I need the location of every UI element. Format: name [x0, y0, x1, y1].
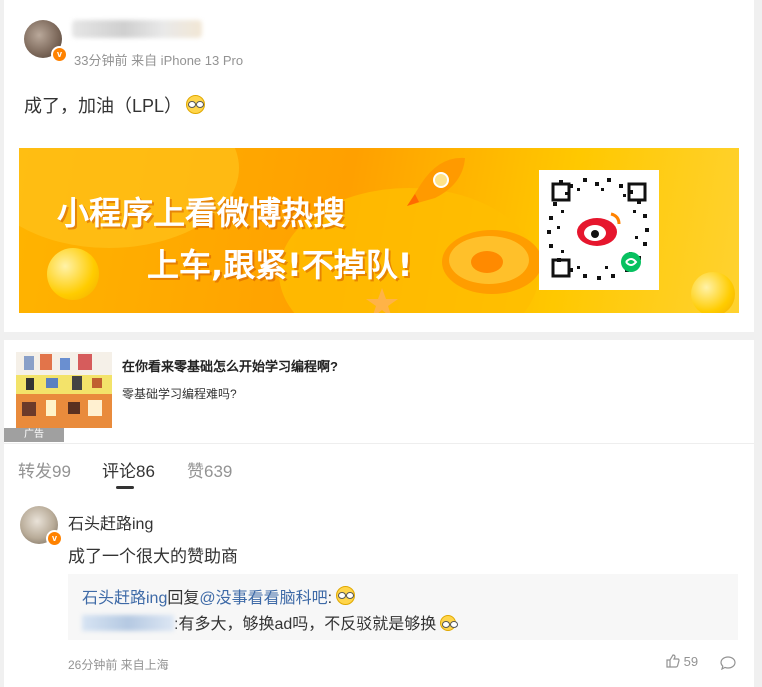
qr-pattern-icon — [547, 178, 649, 280]
glasses-emoji-icon — [186, 95, 206, 114]
ad-thumbnail[interactable] — [16, 352, 112, 428]
smile-emoji-icon — [440, 615, 459, 631]
weibo-logo-icon — [442, 230, 542, 294]
comment-text: 成了一个很大的赞助商 — [68, 547, 238, 566]
tab-reposts[interactable]: 转发99 — [18, 457, 71, 482]
post-text: 成了，加油（LPL） — [24, 92, 206, 118]
reply-box: 石头赶路ing回复@没事看看脑科吧: :有多大，够换ad吗，不反驳就是够换 — [68, 574, 738, 640]
reply-action: 回复 — [167, 590, 200, 607]
comment-icon[interactable] — [720, 656, 736, 670]
ad-title[interactable]: 在你看来零基础怎么开始学习编程啊? — [122, 356, 338, 375]
qr-code[interactable] — [539, 170, 659, 290]
redacted-username[interactable] — [82, 615, 174, 631]
comment-meta: 26分钟前 来自上海 — [68, 658, 169, 672]
tab-likes[interactable]: 赞639 — [187, 457, 232, 482]
verified-badge: v — [46, 530, 63, 547]
like-button[interactable]: 59 — [666, 654, 698, 669]
comment-item: v 石头赶路ing 成了一个很大的赞助商 石头赶路ing回复@没事看看脑科吧: … — [4, 492, 754, 687]
post-text-content: 成了，加油（LPL） — [24, 96, 183, 116]
rocket-icon — [407, 157, 465, 206]
reply-second-text: :有多大，够换ad吗，不反驳就是够换 — [174, 616, 437, 633]
ad-tag: 广告 — [4, 428, 64, 442]
mention-link[interactable]: @没事看看脑科吧 — [199, 590, 327, 607]
ad-subtitle: 零基础学习编程难吗? — [122, 387, 237, 401]
banner-headline: 小程序上看微博热搜 — [57, 194, 346, 232]
post-meta: 33分钟前 来自 iPhone 13 Pro — [74, 53, 244, 68]
reply-author-link[interactable]: 石头赶路ing — [82, 590, 167, 607]
interaction-tabs: 转发99 评论86 赞639 — [4, 443, 754, 493]
promo-banner[interactable]: 小程序上看微博热搜 上车,跟紧!不掉队! — [19, 148, 739, 313]
post-card: v 33分钟前 来自 iPhone 13 Pro 成了，加油（LPL） 小程序上… — [4, 0, 754, 332]
banner-subheadline: 上车,跟紧!不掉队! — [147, 246, 413, 284]
ad-illustration-icon — [22, 354, 102, 416]
reply-line-2: :有多大，够换ad吗，不反驳就是够换 — [82, 610, 459, 634]
ad-card[interactable]: 广告 在你看来零基础怎么开始学习编程啊? 零基础学习编程难吗? — [4, 340, 754, 443]
banner-orb — [691, 272, 735, 313]
reply-line-1: 石头赶路ing回复@没事看看脑科吧: — [82, 584, 356, 608]
like-count: 59 — [683, 654, 699, 669]
commenter-name[interactable]: 石头赶路ing — [68, 510, 153, 534]
tab-comments[interactable]: 评论86 — [102, 457, 155, 482]
glasses-emoji-icon — [336, 586, 356, 605]
author-name-redacted[interactable] — [72, 20, 202, 38]
banner-orb — [47, 248, 99, 300]
verified-badge: v — [51, 46, 68, 63]
reply-colon: : — [327, 590, 333, 607]
star-icon — [366, 288, 398, 313]
active-tab-indicator — [116, 486, 134, 489]
thumbs-up-icon — [666, 654, 680, 668]
